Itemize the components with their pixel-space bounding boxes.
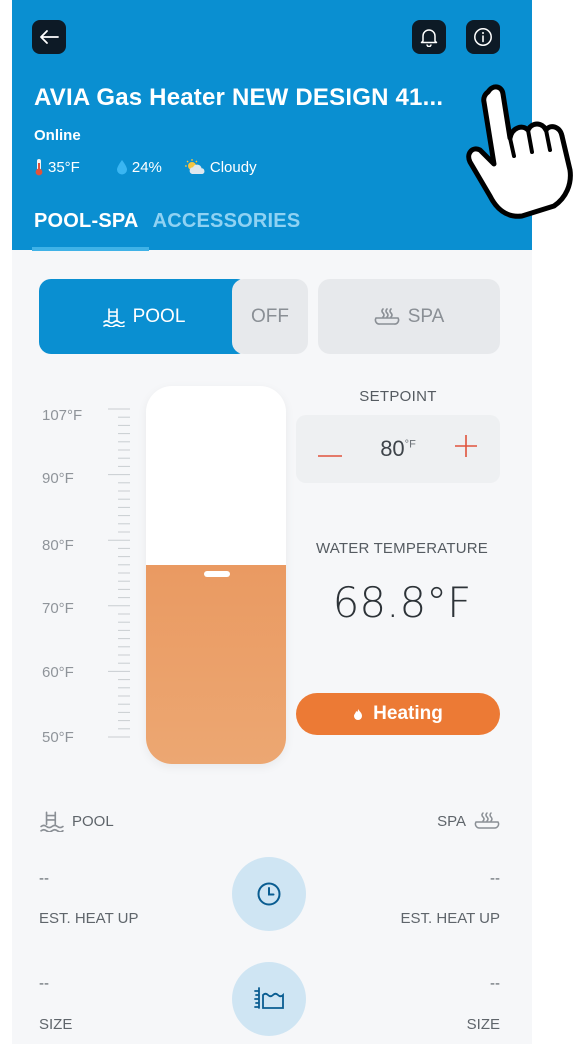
outdoor-temperature-value: 35°F [48, 158, 80, 176]
spa-info-label: SPA [437, 812, 466, 830]
temperature-gauge [146, 386, 286, 764]
info-icon [474, 28, 492, 46]
info-button[interactable] [466, 20, 500, 54]
decrease-setpoint-button[interactable] [314, 434, 346, 464]
bell-icon [420, 29, 438, 47]
spa-mode-button[interactable]: SPA [318, 279, 500, 354]
weather-condition-value: Cloudy [209, 158, 257, 176]
section-tabs: POOL-SPA ACCESSORIES [32, 210, 314, 251]
heating-label: Heating [373, 703, 443, 724]
connection-status: Online [34, 127, 81, 144]
scale-label-90: 90°F [42, 470, 74, 487]
volume-gauge-icon [254, 987, 284, 1009]
temperature-scale-ticks [108, 408, 130, 738]
spa-icon [374, 307, 399, 325]
spa-size-value: -- [490, 975, 500, 992]
heat-up-schedule-button[interactable] [232, 857, 306, 931]
arrow-left-icon [40, 30, 59, 44]
scale-label-50: 50°F [42, 729, 74, 746]
device-title: AVIA Gas Heater NEW DESIGN 41... [34, 84, 444, 111]
tab-pool-spa[interactable]: POOL-SPA [32, 210, 149, 251]
spa-heatup-label: EST. HEAT UP [400, 910, 500, 927]
tab-accessories[interactable]: ACCESSORIES [153, 210, 301, 251]
scale-label-70: 70°F [42, 600, 74, 617]
pool-info-header: POOL [40, 810, 114, 832]
pool-size-value: -- [39, 975, 49, 992]
flame-icon [354, 709, 363, 720]
back-button[interactable] [32, 20, 66, 54]
pointing-hand-cursor [466, 84, 573, 219]
setpoint-unit: °F [404, 438, 416, 451]
pool-icon [40, 811, 64, 832]
spa-heatup-value: -- [490, 870, 500, 887]
weather-condition: Cloudy [184, 159, 257, 176]
setpoint-label: SETPOINT [359, 388, 437, 405]
pool-mode-label: POOL [132, 305, 186, 327]
app-header: AVIA Gas Heater NEW DESIGN 41... Online … [12, 0, 532, 251]
pool-size-button[interactable] [232, 962, 306, 1036]
spa-mode-label: SPA [407, 305, 445, 327]
plus-icon [454, 435, 477, 457]
pool-info-label: POOL [72, 812, 114, 830]
humidity-value: 24% [131, 158, 162, 176]
minus-icon [318, 455, 342, 457]
setpoint-marker[interactable] [204, 571, 230, 577]
setpoint-value: 80°F [380, 436, 416, 462]
water-temperature-fill [146, 565, 286, 764]
setpoint-control: 80°F [296, 415, 500, 483]
clock-icon [257, 882, 281, 906]
humidity: 24% [116, 159, 162, 176]
increase-setpoint-button[interactable] [450, 434, 482, 464]
pool-icon [102, 307, 125, 327]
scale-label-107: 107°F [42, 407, 83, 424]
scale-label-80: 80°F [42, 537, 74, 554]
pool-size-label: SIZE [39, 1016, 73, 1033]
app-screen: AVIA Gas Heater NEW DESIGN 41... Online … [12, 0, 532, 1044]
scale-label-60: 60°F [42, 664, 74, 681]
outdoor-temperature: 35°F [34, 158, 80, 176]
droplet-icon [116, 160, 127, 175]
partly-cloudy-icon [184, 159, 205, 174]
water-temperature-value: 68.8°F [332, 578, 472, 627]
pool-heatup-value: -- [39, 870, 49, 887]
thermometer-icon [35, 159, 43, 176]
notifications-button[interactable] [412, 20, 446, 54]
water-temperature-label: WATER TEMPERATURE [315, 540, 489, 557]
spa-size-label: SIZE [466, 1016, 500, 1033]
spa-info-header: SPA [437, 812, 500, 830]
weather-bar: 35°F 24% Cloudy [34, 158, 279, 176]
off-mode-label: OFF [251, 305, 289, 327]
pool-mode-button[interactable]: POOL [39, 279, 249, 354]
pool-heatup-label: EST. HEAT UP [39, 910, 139, 927]
off-mode-button[interactable]: OFF [232, 279, 308, 354]
heating-status-badge: Heating [296, 693, 500, 735]
spa-icon [474, 812, 500, 829]
setpoint-number: 80 [380, 436, 405, 461]
